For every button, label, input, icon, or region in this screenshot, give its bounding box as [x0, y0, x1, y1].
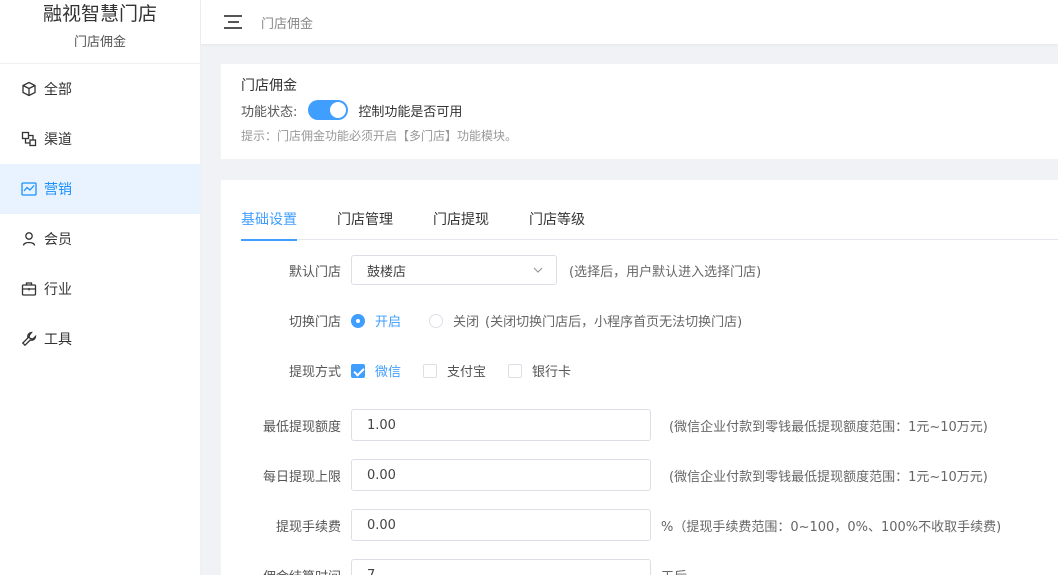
checkbox-checked-icon: [351, 363, 365, 378]
brand: 融视智慧门店 门店佣金: [0, 0, 200, 64]
status-row: 功能状态: 控制功能是否可用: [241, 100, 1058, 120]
sidebar-item-label: 工具: [44, 332, 72, 348]
default-store-label: 默认门店: [288, 264, 341, 280]
sidebar-item-tools[interactable]: 工具: [0, 314, 200, 364]
sidebar-item-channel[interactable]: 渠道: [0, 114, 200, 164]
switch-store-on-radio[interactable]: 开启: [351, 311, 401, 330]
withdraw-bankcard-checkbox[interactable]: 银行卡: [508, 361, 571, 380]
briefcase-icon: [21, 281, 37, 297]
tip-text: 提示：门店佣金功能必须开启【多门店】功能模块。: [241, 129, 518, 143]
cube-icon: [21, 81, 37, 97]
brand-subtitle: 门店佣金: [73, 35, 126, 50]
radio-checked-icon: [351, 313, 365, 328]
wrench-icon: [21, 331, 37, 347]
chart-icon: [21, 181, 37, 197]
switch-store-row: 切换门店 开启 关闭 (关闭切换门店后，小程序首页无法切换门店): [221, 311, 1058, 330]
checkbox-unchecked-icon: [423, 363, 438, 378]
sidebar-item-label: 全部: [44, 82, 72, 98]
withdraw-alipay-checkbox[interactable]: 支付宝: [423, 361, 486, 380]
switch-store-label: 切换门店: [288, 315, 341, 330]
sidebar-item-all[interactable]: 全部: [0, 64, 200, 114]
settle-time-hint: 天后: [661, 566, 687, 575]
radio-unchecked-icon: [429, 313, 444, 328]
tab-store-level[interactable]: 门店等级: [529, 202, 585, 240]
checkbox-unchecked-icon: [508, 363, 523, 378]
switch-store-hint: (关闭切换门店后，小程序首页无法切换门店): [485, 315, 743, 330]
tab-bar: 基础设置 门店管理 门店提现 门店等级: [241, 202, 1058, 241]
settle-time-input[interactable]: [351, 559, 651, 575]
settle-time-row: 佣金结算时间 天后: [221, 559, 1058, 575]
sidebar-nav: 全部 渠道 营销 会员 行业 工具: [0, 64, 200, 364]
radio-label: 关闭: [453, 315, 480, 330]
daily-limit-input[interactable]: [351, 459, 651, 491]
toggle-description: 控制功能是否可用: [358, 104, 463, 120]
status-label: 功能状态:: [241, 104, 298, 120]
channel-icon: [21, 131, 37, 147]
tab-store-management[interactable]: 门店管理: [337, 202, 393, 240]
checkbox-label: 银行卡: [532, 365, 572, 380]
withdraw-method-label: 提现方式: [288, 365, 341, 380]
default-store-select[interactable]: 鼓楼店: [351, 255, 557, 285]
feature-toggle[interactable]: [308, 100, 349, 120]
default-store-value: 鼓楼店: [367, 264, 407, 280]
tab-basic-settings[interactable]: 基础设置: [241, 202, 297, 241]
withdraw-method-row: 提现方式 微信 支付宝 银行卡: [221, 361, 1058, 380]
sidebar-item-label: 渠道: [44, 132, 72, 148]
chevron-down-icon: [533, 267, 543, 273]
min-withdraw-label: 最低提现额度: [262, 419, 341, 435]
min-withdraw-hint: (微信企业付款到零钱最低提现额度范围：1元~10万元): [669, 419, 988, 435]
radio-label: 开启: [375, 315, 402, 330]
sidebar-item-member[interactable]: 会员: [0, 214, 200, 264]
card-title: 门店佣金: [241, 78, 297, 94]
menu-toggle-icon[interactable]: [224, 15, 242, 29]
checkbox-label: 支付宝: [447, 365, 487, 380]
fee-row: 提现手续费 %（提现手续费范围：0~100，0%、100%不收取手续费): [221, 509, 1058, 541]
fee-label: 提现手续费: [275, 519, 341, 535]
switch-store-off-radio[interactable]: 关闭: [429, 311, 479, 330]
brand-title: 融视智慧门店: [42, 3, 157, 25]
tab-store-withdraw[interactable]: 门店提现: [433, 202, 489, 240]
sidebar-item-industry[interactable]: 行业: [0, 264, 200, 314]
checkbox-label: 微信: [375, 365, 402, 380]
withdraw-wechat-checkbox[interactable]: 微信: [351, 361, 401, 380]
settings-card: 基础设置 门店管理 门店提现 门店等级 默认门店 鼓楼店 (选择后，用户默认进入…: [221, 180, 1058, 575]
daily-limit-hint: (微信企业付款到零钱最低提现额度范围：1元~10万元): [669, 469, 988, 485]
min-withdraw-input[interactable]: [351, 409, 651, 441]
min-withdraw-row: 最低提现额度 (微信企业付款到零钱最低提现额度范围：1元~10万元): [221, 409, 1058, 441]
feature-status-card: 门店佣金 功能状态: 控制功能是否可用 提示：门店佣金功能必须开启【多门店】功能…: [221, 64, 1058, 159]
sidebar-item-marketing[interactable]: 营销: [0, 164, 200, 214]
default-store-hint: (选择后，用户默认进入选择门店): [569, 264, 762, 280]
default-store-row: 默认门店 鼓楼店 (选择后，用户默认进入选择门店): [221, 255, 1058, 285]
daily-limit-row: 每日提现上限 (微信企业付款到零钱最低提现额度范围：1元~10万元): [221, 459, 1058, 491]
sidebar-item-label: 行业: [44, 282, 72, 298]
daily-limit-label: 每日提现上限: [262, 469, 341, 485]
breadcrumb: 门店佣金: [261, 16, 314, 32]
sidebar-item-label: 会员: [44, 232, 72, 248]
fee-hint: %（提现手续费范围：0~100，0%、100%不收取手续费): [661, 519, 1002, 535]
sidebar: 融视智慧门店 门店佣金 全部 渠道 营销 会员 行业 工具: [0, 0, 201, 575]
fee-input[interactable]: [351, 509, 651, 541]
sidebar-item-label: 营销: [44, 182, 72, 198]
user-icon: [21, 231, 37, 247]
settle-time-label: 佣金结算时间: [221, 566, 351, 575]
top-header: 门店佣金: [201, 0, 1058, 44]
